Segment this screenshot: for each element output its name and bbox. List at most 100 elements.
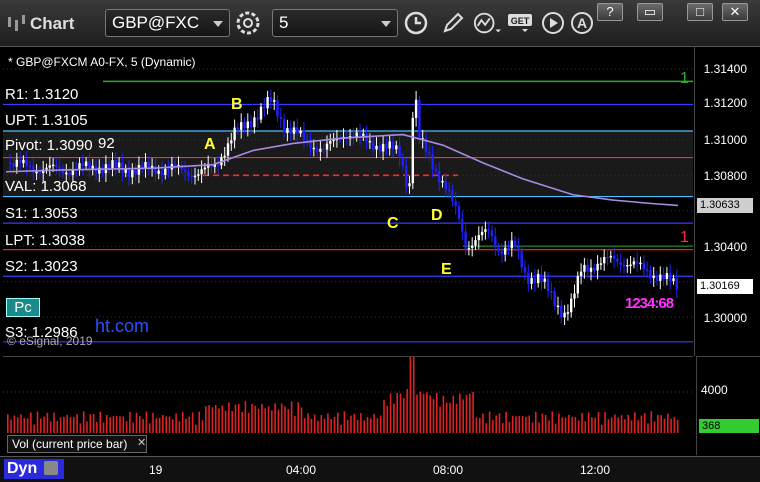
volume-bar xyxy=(300,407,303,433)
candle-body xyxy=(517,246,520,251)
candle-body xyxy=(457,205,461,220)
alerts-button[interactable]: A xyxy=(568,9,596,37)
candle-body xyxy=(642,262,645,270)
fib-label-b: B xyxy=(231,96,243,113)
volume-bar xyxy=(406,389,408,433)
lock-icon[interactable] xyxy=(43,461,58,475)
candle-body xyxy=(510,240,513,249)
candle-body xyxy=(51,164,55,167)
level-val-label: VAL: 1.3068 xyxy=(5,178,87,195)
candle-body xyxy=(15,159,18,167)
price-tick: 1.31000 xyxy=(703,133,747,147)
candle-body xyxy=(296,127,299,134)
candle-body xyxy=(408,183,411,187)
candle-body xyxy=(428,152,431,155)
draw-pencil-button[interactable] xyxy=(439,9,467,37)
candle-body xyxy=(91,165,94,169)
get-data-button[interactable]: GET xyxy=(507,9,537,37)
volume-bar xyxy=(82,411,85,433)
candle-body xyxy=(358,132,362,136)
candle-body xyxy=(447,189,451,192)
volume-bar xyxy=(366,417,369,433)
time-button[interactable] xyxy=(402,9,430,37)
candle-body xyxy=(246,121,249,129)
candle-body xyxy=(236,127,240,130)
volume-bar xyxy=(370,418,372,433)
tick-count-annotation: 1234:68 xyxy=(625,295,674,312)
candle-body xyxy=(540,273,543,282)
play-button[interactable] xyxy=(539,9,567,37)
volume-bar xyxy=(429,395,431,433)
candle-body xyxy=(636,261,639,264)
interval-combo[interactable]: 5 xyxy=(272,9,398,37)
chevron-down-icon[interactable] xyxy=(213,21,223,27)
volume-bar xyxy=(188,416,191,433)
volume-bar xyxy=(502,422,504,433)
minimize-button[interactable]: ▭ xyxy=(637,3,663,21)
candle-body xyxy=(586,264,589,272)
candle-body xyxy=(306,139,309,142)
candle-body xyxy=(612,255,616,259)
volume-bar xyxy=(205,406,207,433)
dyn-mode-button[interactable]: Dyn xyxy=(4,459,64,479)
candle-body xyxy=(504,247,507,255)
price-tick: 1.30800 xyxy=(703,169,747,183)
volume-bar xyxy=(574,416,577,433)
candle-body xyxy=(279,116,282,120)
close-pane-icon[interactable]: ✕ xyxy=(137,436,146,449)
candle-body xyxy=(556,305,560,308)
fib-label-c: C xyxy=(387,215,399,232)
candle-body xyxy=(292,127,296,134)
candle-body xyxy=(593,267,596,271)
chevron-down-icon[interactable] xyxy=(381,21,391,27)
volume-bar xyxy=(172,419,174,433)
candle-body xyxy=(398,145,401,158)
volume-pane[interactable]: Vol (current price bar) ✕ xyxy=(3,345,693,455)
price-axis[interactable]: 1.31400 1.31200 1.31000 1.30800 1.30400 … xyxy=(694,46,760,356)
pencil-icon xyxy=(443,12,464,33)
volume-bar xyxy=(7,414,9,433)
candle-body xyxy=(22,159,25,164)
volume-bar xyxy=(436,392,438,433)
candle-body xyxy=(154,165,157,174)
candle-body xyxy=(355,132,358,137)
volume-bar xyxy=(59,417,62,433)
volume-bar xyxy=(264,408,266,433)
settings-gear-button[interactable] xyxy=(234,9,262,37)
candle-body xyxy=(362,133,365,136)
pc-button[interactable]: Pc xyxy=(6,298,40,317)
candle-body xyxy=(243,122,246,129)
candle-body xyxy=(187,171,190,176)
price-plot[interactable]: * GBP@FXCM A0-FX, 5 (Dynamic) R1: 1.3120… xyxy=(3,49,693,348)
candle-body xyxy=(391,141,395,150)
fib-label-a: A xyxy=(204,136,216,153)
price-chart-canvas xyxy=(3,68,693,343)
level-lpt-label: LPT: 1.3038 xyxy=(5,232,86,249)
candle-body xyxy=(659,274,662,281)
candle-body xyxy=(121,162,124,173)
candle-body xyxy=(325,143,329,150)
volume-bar xyxy=(627,414,629,433)
studies-button[interactable] xyxy=(473,9,501,37)
symbol-combo[interactable]: GBP@FXC xyxy=(105,9,230,37)
close-button[interactable]: ✕ xyxy=(722,3,748,21)
candle-body xyxy=(662,274,665,280)
candle-body xyxy=(606,257,609,259)
volume-bar xyxy=(643,413,646,433)
candle-body xyxy=(25,159,28,167)
help-button[interactable]: ? xyxy=(597,3,623,21)
candle-body xyxy=(471,245,474,248)
candle-body xyxy=(131,170,134,178)
volume-bar xyxy=(538,422,540,433)
volume-bar xyxy=(465,395,468,433)
volume-bar xyxy=(452,395,455,433)
maximize-button[interactable]: □ xyxy=(687,3,713,21)
candle-body xyxy=(263,106,266,109)
fib-label-d: D xyxy=(431,207,443,224)
candle-body xyxy=(253,117,256,128)
candle-body xyxy=(200,169,203,175)
volume-bar xyxy=(129,412,131,433)
candle-body xyxy=(669,273,672,282)
volume-bar xyxy=(238,404,240,433)
candle-body xyxy=(609,255,612,258)
